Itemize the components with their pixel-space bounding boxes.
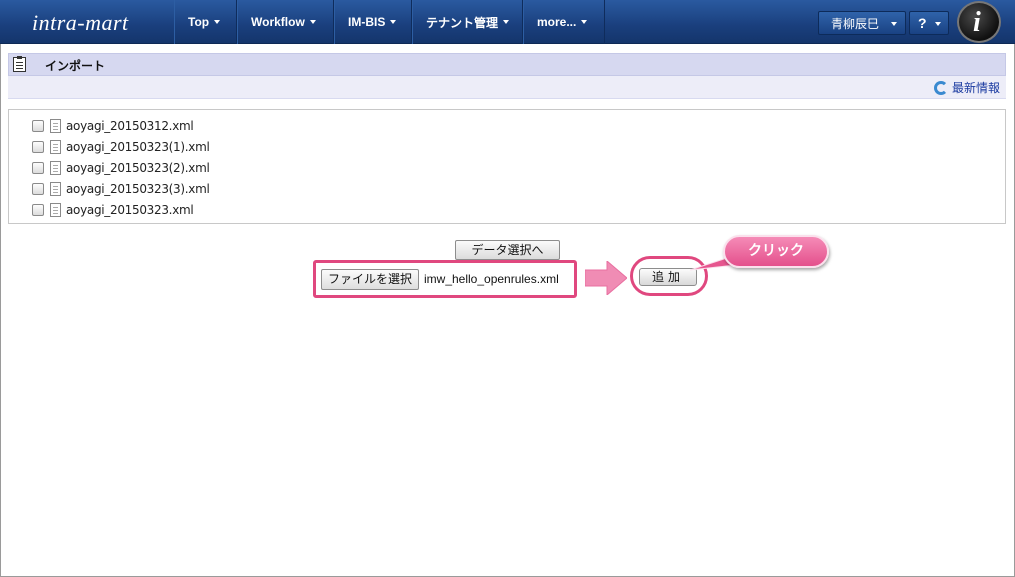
nav-item-tenant-admin[interactable]: テナント管理 — [412, 0, 523, 44]
brand-letter: i — [973, 7, 981, 38]
file-name: aoyagi_20150323(2).xml — [66, 160, 210, 175]
help-label: ? — [918, 15, 927, 31]
list-item: aoyagi_20150323(1).xml — [32, 136, 210, 157]
page-toolbar: 最新情報 — [8, 76, 1006, 99]
list-item: aoyagi_20150312.xml — [32, 115, 194, 136]
refresh-link[interactable]: 最新情報 — [933, 79, 1000, 96]
nav-item-more[interactable]: more... — [523, 0, 605, 44]
chevron-down-icon — [390, 20, 397, 24]
click-callout: クリック — [723, 235, 829, 268]
nav-item-label: Top — [188, 15, 210, 29]
refresh-icon — [933, 80, 948, 95]
nav-item-top[interactable]: Top — [174, 0, 237, 44]
page-title: インポート — [45, 59, 106, 73]
nav-item-label: Workflow — [251, 15, 305, 29]
chevron-down-icon — [309, 20, 316, 24]
file-upload-highlight: ファイルを選択 imw_hello_openrules.xml — [313, 260, 577, 298]
clipboard-icon — [13, 56, 26, 72]
list-item: aoyagi_20150323(3).xml — [32, 178, 210, 199]
page-title-bar: インポート — [8, 53, 1006, 76]
file-checkbox[interactable] — [32, 161, 44, 174]
nav-item-label: more... — [537, 15, 577, 29]
user-menu-button[interactable]: 青柳辰巳 — [818, 11, 906, 35]
document-icon — [50, 139, 61, 154]
document-icon — [50, 202, 61, 217]
chevron-down-icon — [935, 22, 941, 26]
file-name: aoyagi_20150312.xml — [66, 118, 194, 133]
nav-item-im-bis[interactable]: IM-BIS — [334, 0, 412, 44]
file-checkbox[interactable] — [32, 182, 44, 195]
nav-item-workflow[interactable]: Workflow — [237, 0, 334, 44]
choose-file-button[interactable]: ファイルを選択 — [321, 269, 419, 290]
document-icon — [50, 118, 61, 133]
file-list: aoyagi_20150312.xml aoyagi_20150323(1).x… — [8, 109, 1006, 224]
file-checkbox[interactable] — [32, 140, 44, 153]
logo-text: intra-mart — [32, 10, 129, 35]
top-nav-bar: intra-mart Top Workflow IM-BIS テナント管理 mo… — [0, 0, 1015, 44]
file-checkbox[interactable] — [32, 203, 44, 216]
file-checkbox[interactable] — [32, 119, 44, 132]
chosen-file-name: imw_hello_openrules.xml — [424, 272, 559, 286]
file-name: aoyagi_20150323(1).xml — [66, 139, 210, 154]
user-name: 青柳辰巳 — [831, 16, 880, 31]
intra-mart-logo[interactable]: intra-mart — [32, 6, 172, 38]
add-button[interactable]: 追加 — [639, 268, 697, 286]
chevron-down-icon — [581, 20, 588, 24]
file-name: aoyagi_20150323.xml — [66, 202, 194, 217]
main-nav: Top Workflow IM-BIS テナント管理 more... — [174, 0, 605, 44]
arrow-right-icon — [585, 261, 627, 295]
list-item: aoyagi_20150323(2).xml — [32, 157, 210, 178]
brand-i-icon[interactable]: i — [957, 1, 1001, 43]
document-icon — [50, 160, 61, 175]
list-item: aoyagi_20150323.xml — [32, 199, 194, 220]
file-name: aoyagi_20150323(3).xml — [66, 181, 210, 196]
nav-item-label: IM-BIS — [348, 15, 386, 29]
refresh-label: 最新情報 — [951, 81, 1000, 95]
document-icon — [50, 181, 61, 196]
chevron-down-icon — [891, 22, 897, 26]
nav-item-label: テナント管理 — [426, 15, 499, 30]
chevron-down-icon — [214, 20, 221, 24]
help-menu-button[interactable]: ? — [909, 11, 949, 35]
chevron-down-icon — [503, 20, 509, 24]
data-select-button[interactable]: データ選択へ — [455, 240, 560, 260]
